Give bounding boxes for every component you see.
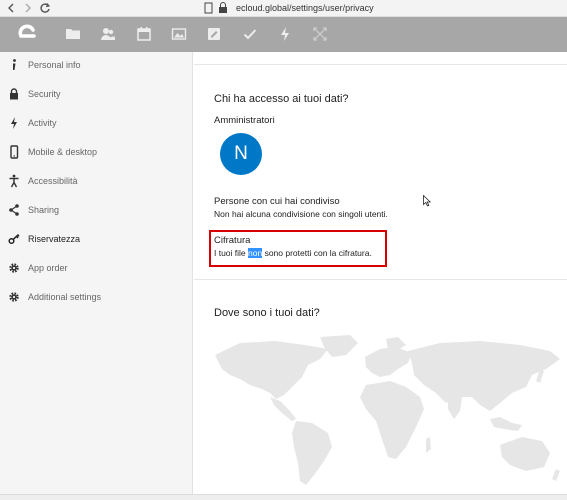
app-header [0,17,567,52]
fullscreen-icon[interactable] [312,26,328,42]
encryption-text-after: sono protetti con la cifratura. [262,248,372,258]
sidebar-item-app-order[interactable]: App order [0,257,193,281]
sidebar-item-sharing[interactable]: Sharing [0,199,193,223]
forward-arrow-icon[interactable] [21,1,35,15]
sidebar-item-label: Personal info [28,60,81,70]
sidebar-item-label: Riservatezza [28,234,81,244]
encryption-title: Cifratura [214,235,251,246]
admins-label: Amministratori [214,115,275,126]
section-divider [194,64,567,65]
encryption-text-before: I tuoi file [214,248,249,258]
shared-text: Non hai alcuna condivisione con singoli … [214,209,388,219]
mouse-cursor-icon [423,194,432,207]
photos-icon[interactable] [171,26,187,42]
contacts-icon[interactable] [100,26,116,42]
phone-icon [8,145,20,159]
info-icon [8,58,20,72]
share-icon [8,203,20,217]
e-logo-icon[interactable] [14,21,40,47]
section-divider [194,279,567,280]
sidebar-item-label: Additional settings [28,292,102,302]
sidebar-item-mobile-desktop[interactable]: Mobile & desktop [0,141,193,165]
accessibility-icon [8,174,20,188]
tasks-icon[interactable] [242,26,258,42]
location-section-title: Dove sono i tuoi dati? [214,307,320,319]
settings-sidebar: Personal info Security Activity Mobile &… [0,52,193,500]
sidebar-item-label: Activity [28,118,57,128]
sidebar-item-personal-info[interactable]: Personal info [0,54,193,78]
access-section-title: Chi ha accesso ai tuoi dati? [214,93,349,105]
reload-icon[interactable] [38,1,52,15]
sidebar-item-additional-settings[interactable]: Additional settings [0,286,193,310]
sidebar-item-label: Accessibilità [28,176,78,186]
notes-icon[interactable] [206,26,222,42]
sidebar-item-label: Security [28,89,61,99]
sidebar-item-accessibility[interactable]: Accessibilità [0,170,193,194]
back-arrow-icon[interactable] [4,1,18,15]
gear-icon [8,290,20,304]
sidebar-item-security[interactable]: Security [0,83,193,107]
page-info-icon[interactable] [204,2,232,17]
browser-toolbar: ecloud.global/settings/user/privacy [0,0,567,17]
bolt-icon [8,116,20,130]
sidebar-item-label: App order [28,263,68,273]
encryption-text: I tuoi file non sono protetti con la cif… [214,248,372,258]
status-bar [0,494,567,500]
address-bar[interactable]: ecloud.global/settings/user/privacy [236,3,374,13]
key-icon [8,232,20,246]
sidebar-item-label: Sharing [28,205,60,215]
sidebar-item-privacy[interactable]: Riservatezza [0,228,193,252]
activity-icon[interactable] [277,26,293,42]
world-map [200,335,567,490]
selected-text: non [248,248,263,258]
avatar: N [220,133,262,175]
gear-icon [8,261,20,275]
lock-icon [8,87,20,101]
calendar-icon[interactable] [136,26,152,42]
files-icon[interactable] [65,26,81,42]
shared-title: Persone con cui hai condiviso [214,196,340,207]
sidebar-item-label: Mobile & desktop [28,147,98,157]
sidebar-item-activity[interactable]: Activity [0,112,193,136]
